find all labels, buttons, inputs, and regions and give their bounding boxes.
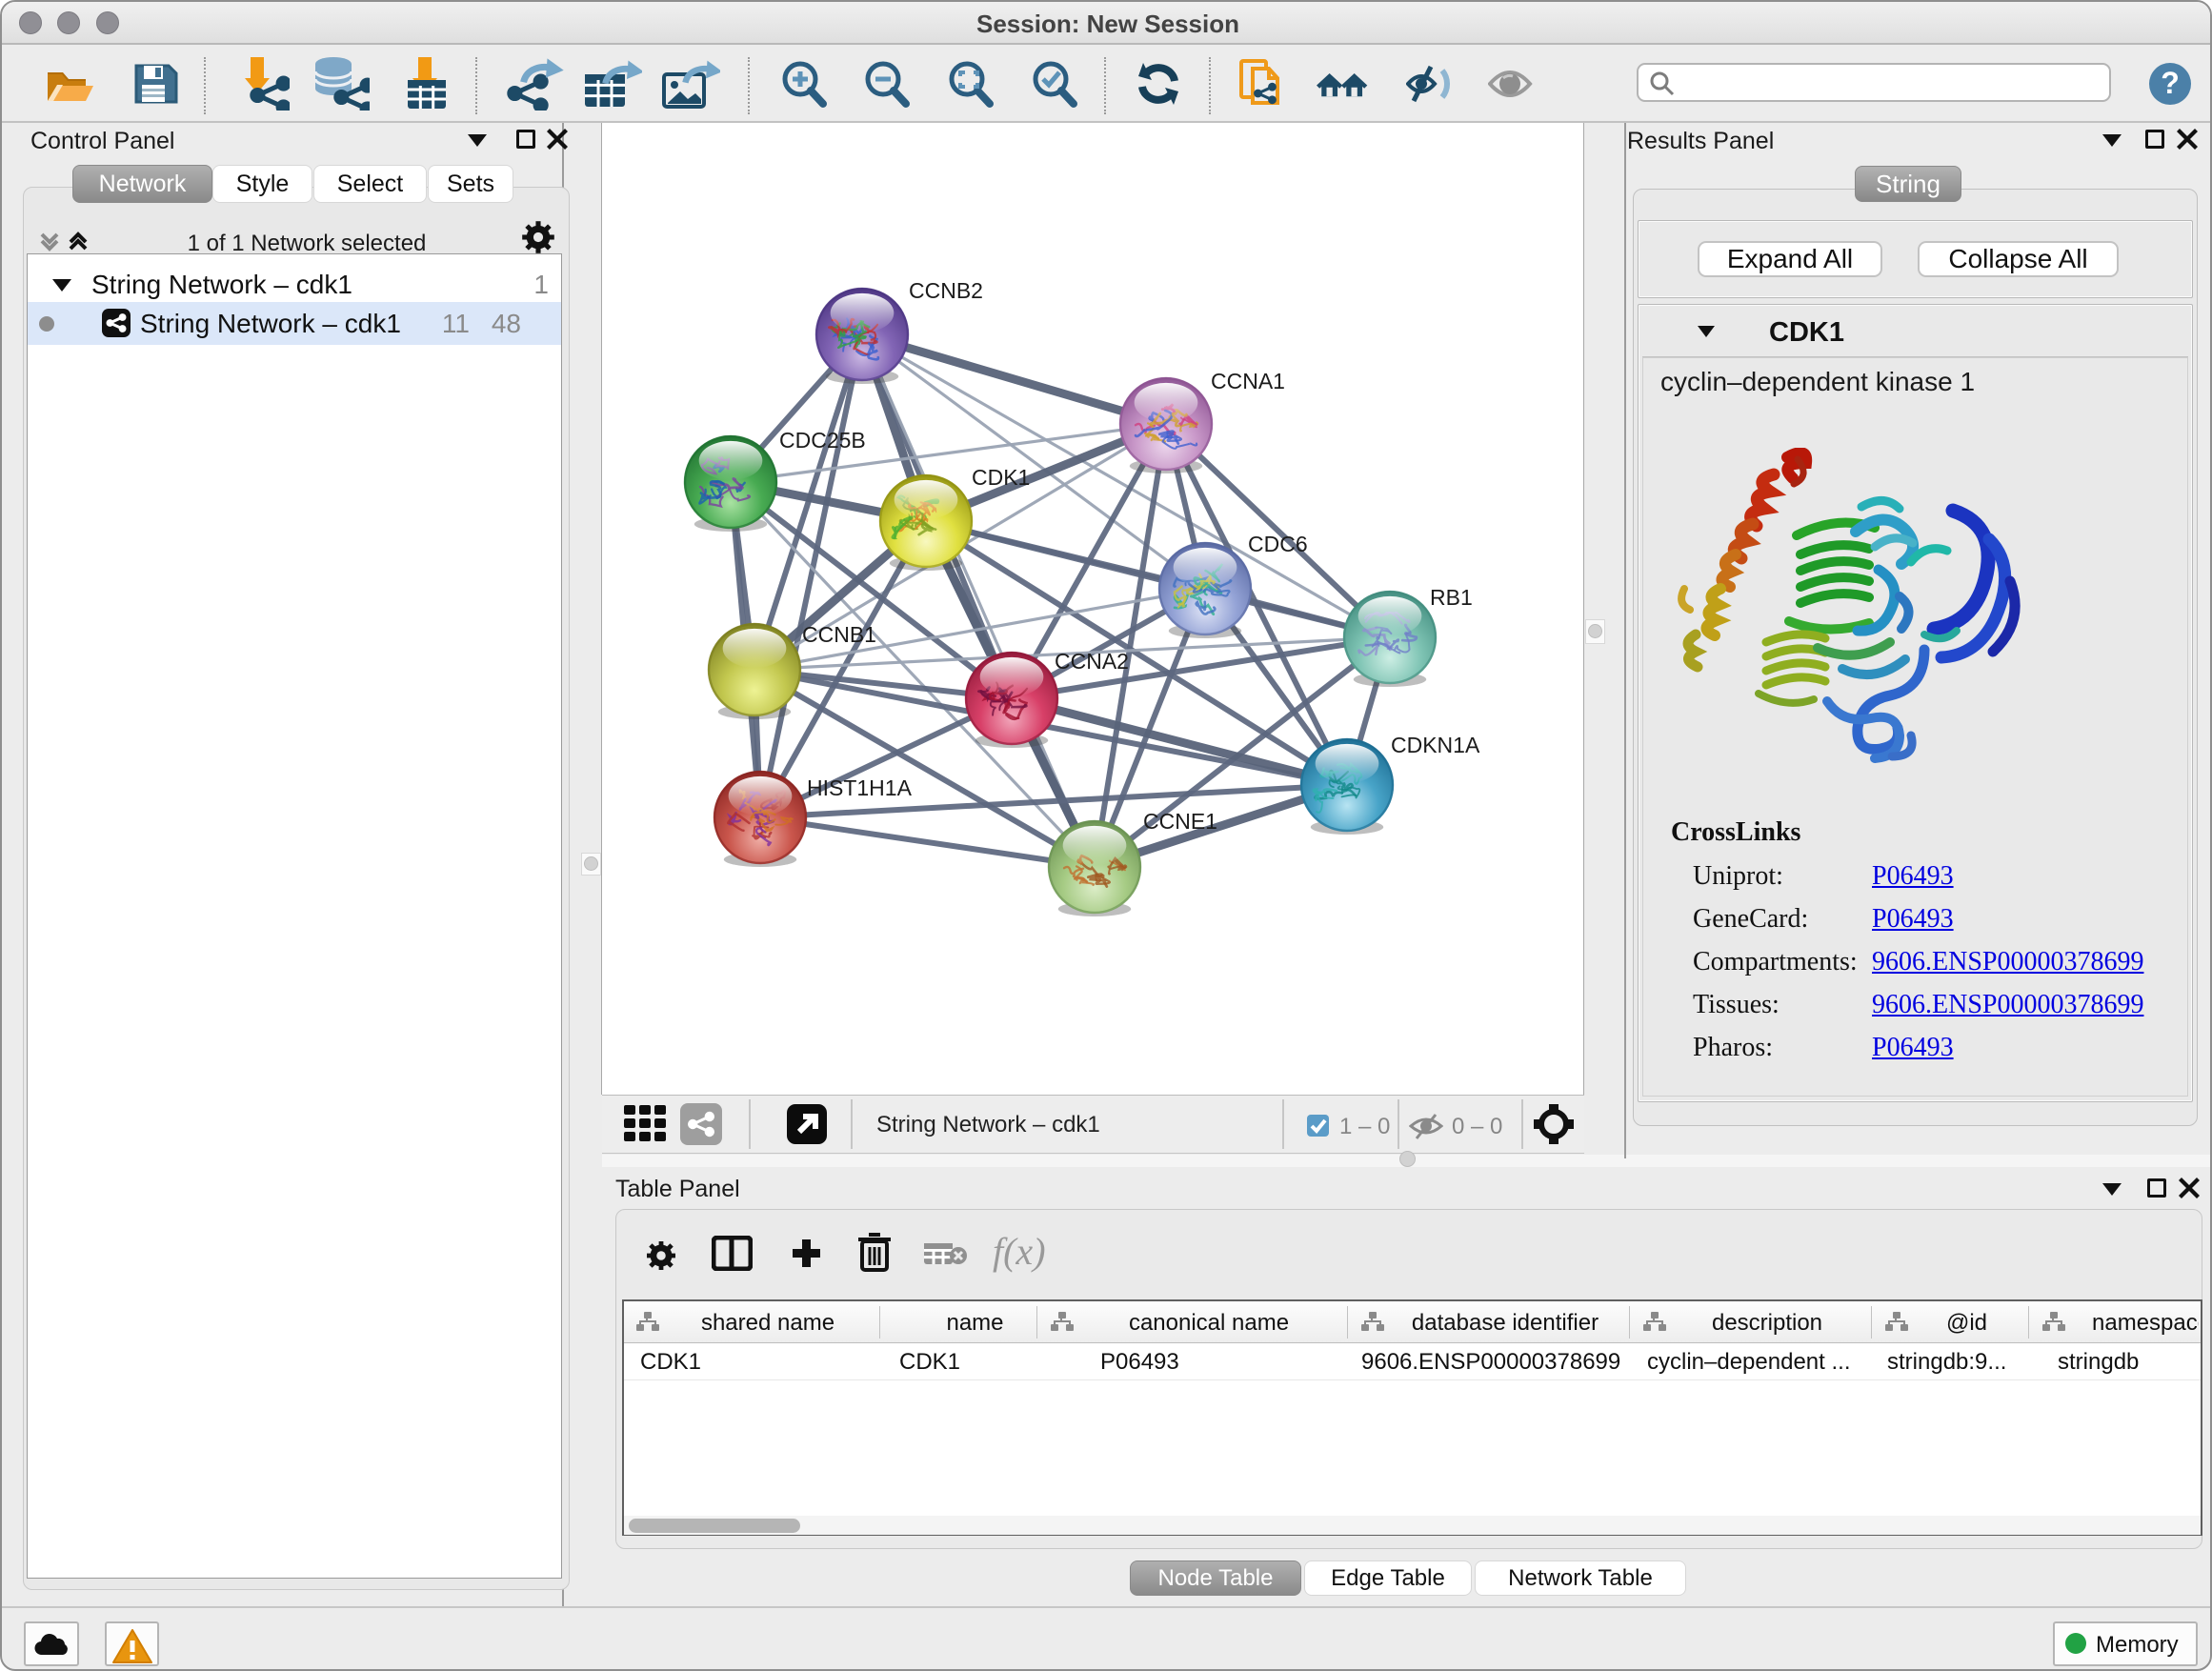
svg-text:RB1: RB1 xyxy=(1430,585,1473,610)
svg-text:HIST1H1A: HIST1H1A xyxy=(807,775,913,800)
svg-text:CDKN1A: CDKN1A xyxy=(1391,733,1480,757)
svg-text:CCNB2: CCNB2 xyxy=(909,278,983,303)
svg-text:?: ? xyxy=(2161,66,2180,100)
svg-text:CCNA1: CCNA1 xyxy=(1211,369,1285,393)
svg-text:CCNE1: CCNE1 xyxy=(1143,809,1217,834)
svg-text:CCNA2: CCNA2 xyxy=(1055,649,1129,674)
svg-text:CDC6: CDC6 xyxy=(1248,532,1308,556)
svg-text:CDK1: CDK1 xyxy=(972,465,1030,490)
svg-text:CCNB1: CCNB1 xyxy=(802,622,876,647)
svg-text:CDC25B: CDC25B xyxy=(779,428,866,453)
